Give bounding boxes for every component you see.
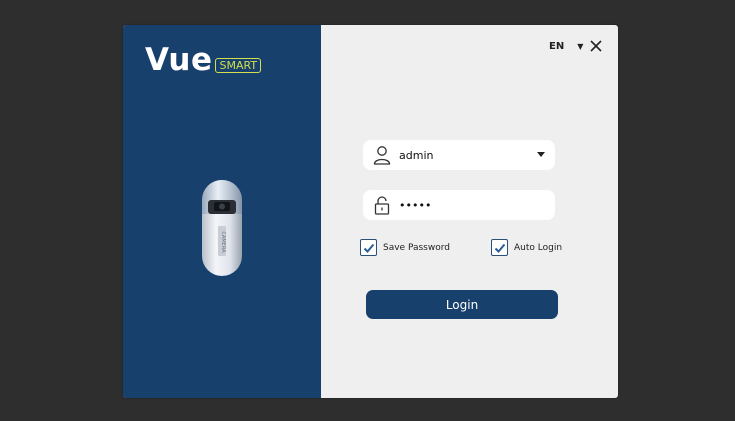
- app-logo: Vue SMART: [145, 42, 262, 78]
- brand-panel: Vue SMART CAMERA: [123, 25, 321, 398]
- language-selector[interactable]: EN ▼: [549, 41, 583, 52]
- capsule-camera-image: CAMERA: [202, 180, 242, 276]
- lock-icon: [374, 196, 390, 215]
- form-panel: EN ▼ admin ••••• Save Password Auto Logi…: [321, 25, 618, 398]
- username-dropdown-arrow-icon[interactable]: [537, 152, 545, 157]
- login-dialog: Vue SMART CAMERA EN ▼ admin ••••• Save P…: [123, 25, 618, 398]
- password-input[interactable]: [399, 198, 519, 212]
- save-password-checkbox[interactable]: Save Password: [360, 239, 450, 256]
- username-field[interactable]: [363, 140, 555, 170]
- auto-login-label: Auto Login: [514, 242, 563, 253]
- save-password-label: Save Password: [383, 242, 450, 253]
- caret-down-icon: ▼: [577, 42, 584, 51]
- login-button[interactable]: Login: [366, 290, 558, 319]
- username-input[interactable]: [399, 148, 519, 162]
- checkmark-icon: [363, 243, 374, 253]
- auto-login-checkbox[interactable]: Auto Login: [491, 239, 562, 256]
- user-icon: [373, 146, 391, 165]
- svg-text:CAMERA: CAMERA: [220, 231, 226, 253]
- auto-login-box[interactable]: [491, 239, 508, 256]
- checkmark-icon: [494, 243, 505, 253]
- logo-text: Vue: [145, 42, 213, 78]
- logo-badge: SMART: [215, 58, 262, 73]
- password-field[interactable]: [363, 190, 555, 220]
- save-password-box[interactable]: [360, 239, 377, 256]
- close-icon[interactable]: [589, 39, 603, 53]
- language-label: EN: [549, 41, 565, 52]
